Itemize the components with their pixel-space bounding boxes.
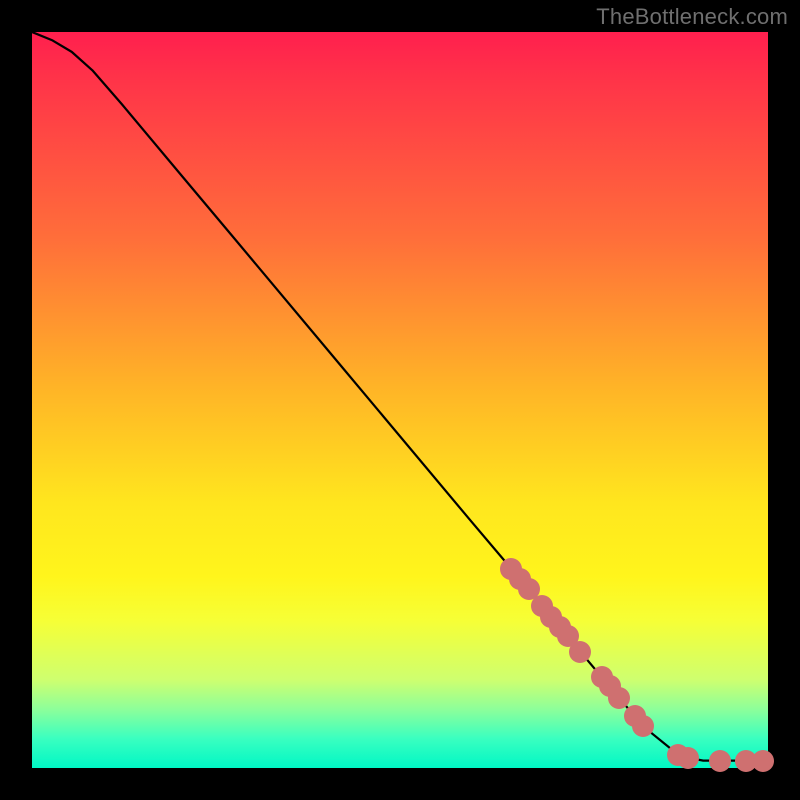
plot-area: [32, 32, 768, 768]
data-marker: [632, 715, 654, 737]
curve-line: [32, 32, 768, 768]
data-marker: [608, 687, 630, 709]
data-marker: [677, 747, 699, 769]
data-marker: [752, 750, 774, 772]
data-marker: [709, 750, 731, 772]
attribution-watermark: TheBottleneck.com: [596, 4, 788, 30]
chart-frame: TheBottleneck.com: [0, 0, 800, 800]
data-marker: [569, 641, 591, 663]
